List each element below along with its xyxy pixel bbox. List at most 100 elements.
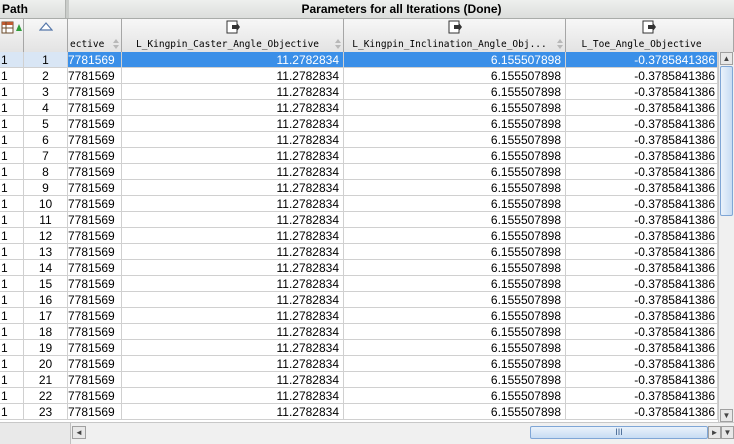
- results-grid[interactable]: 1 1 7781569 11.2782834 6.155507898 -0.3785841…: [0, 52, 718, 422]
- cell-objective[interactable]: 7781569: [68, 84, 122, 100]
- cell-path[interactable]: 1: [0, 100, 24, 116]
- horizontal-scroll-thumb[interactable]: III: [530, 426, 708, 439]
- cell-objective[interactable]: 7781569: [68, 388, 122, 404]
- cell-iteration[interactable]: 5: [24, 116, 68, 132]
- header-objective[interactable]: ective: [68, 19, 122, 52]
- cell-objective[interactable]: 7781569: [68, 212, 122, 228]
- cell-path[interactable]: 1: [0, 164, 24, 180]
- cell-path[interactable]: 1: [0, 132, 24, 148]
- cell-toe[interactable]: -0.3785841386: [566, 404, 718, 420]
- cell-path[interactable]: 1: [0, 212, 24, 228]
- cell-objective[interactable]: 7781569: [68, 292, 122, 308]
- table-row[interactable]: 1 10 7781569 11.2782834 6.155507898 -0.378584…: [0, 196, 718, 212]
- cell-objective[interactable]: 7781569: [68, 100, 122, 116]
- cell-path[interactable]: 1: [0, 372, 24, 388]
- table-row[interactable]: 1 19 7781569 11.2782834 6.155507898 -0.378584…: [0, 340, 718, 356]
- cell-path[interactable]: 1: [0, 388, 24, 404]
- cell-iteration[interactable]: 6: [24, 132, 68, 148]
- cell-inclination[interactable]: 6.155507898: [344, 148, 566, 164]
- cell-caster[interactable]: 11.2782834: [122, 308, 344, 324]
- cell-path[interactable]: 1: [0, 308, 24, 324]
- cell-path[interactable]: 1: [0, 244, 24, 260]
- cell-objective[interactable]: 7781569: [68, 228, 122, 244]
- cell-caster[interactable]: 11.2782834: [122, 84, 344, 100]
- cell-inclination[interactable]: 6.155507898: [344, 260, 566, 276]
- cell-iteration[interactable]: 12: [24, 228, 68, 244]
- table-row[interactable]: 1 8 7781569 11.2782834 6.155507898 -0.3785841…: [0, 164, 718, 180]
- cell-inclination[interactable]: 6.155507898: [344, 324, 566, 340]
- table-row[interactable]: 1 3 7781569 11.2782834 6.155507898 -0.3785841…: [0, 84, 718, 100]
- cell-iteration[interactable]: 20: [24, 356, 68, 372]
- sort-ascending-icon[interactable]: [39, 22, 53, 31]
- cell-toe[interactable]: -0.3785841386: [566, 308, 718, 324]
- cell-iteration[interactable]: 4: [24, 100, 68, 116]
- cell-toe[interactable]: -0.3785841386: [566, 196, 718, 212]
- cell-caster[interactable]: 11.2782834: [122, 148, 344, 164]
- cell-toe[interactable]: -0.3785841386: [566, 356, 718, 372]
- sort-handle-icon[interactable]: [557, 39, 563, 49]
- cell-objective[interactable]: 7781569: [68, 276, 122, 292]
- scroll-right-button[interactable]: ►: [708, 426, 721, 439]
- table-row[interactable]: 1 23 7781569 11.2782834 6.155507898 -0.378584…: [0, 404, 718, 420]
- cell-objective[interactable]: 7781569: [68, 52, 122, 68]
- cell-caster[interactable]: 11.2782834: [122, 292, 344, 308]
- export-icon[interactable]: [226, 20, 240, 34]
- table-row[interactable]: 1 7 7781569 11.2782834 6.155507898 -0.3785841…: [0, 148, 718, 164]
- cell-toe[interactable]: -0.3785841386: [566, 388, 718, 404]
- cell-objective[interactable]: 7781569: [68, 164, 122, 180]
- cell-path[interactable]: 1: [0, 356, 24, 372]
- sort-asc-icon[interactable]: [16, 24, 22, 32]
- cell-path[interactable]: 1: [0, 228, 24, 244]
- cell-toe[interactable]: -0.3785841386: [566, 244, 718, 260]
- cell-caster[interactable]: 11.2782834: [122, 324, 344, 340]
- scroll-end-button[interactable]: ▼: [721, 426, 734, 439]
- cell-iteration[interactable]: 13: [24, 244, 68, 260]
- export-icon[interactable]: [642, 20, 656, 34]
- cell-toe[interactable]: -0.3785841386: [566, 292, 718, 308]
- cell-inclination[interactable]: 6.155507898: [344, 132, 566, 148]
- cell-iteration[interactable]: 22: [24, 388, 68, 404]
- cell-path[interactable]: 1: [0, 260, 24, 276]
- cell-objective[interactable]: 7781569: [68, 308, 122, 324]
- vertical-scroll-thumb[interactable]: [720, 66, 733, 216]
- header-inclination[interactable]: L_Kingpin_Inclination_Angle_Obj...: [344, 19, 566, 52]
- cell-iteration[interactable]: 9: [24, 180, 68, 196]
- cell-caster[interactable]: 11.2782834: [122, 260, 344, 276]
- cell-iteration[interactable]: 3: [24, 84, 68, 100]
- cell-toe[interactable]: -0.3785841386: [566, 132, 718, 148]
- cell-inclination[interactable]: 6.155507898: [344, 52, 566, 68]
- cell-path[interactable]: 1: [0, 404, 24, 420]
- cell-objective[interactable]: 7781569: [68, 68, 122, 84]
- table-row[interactable]: 1 11 7781569 11.2782834 6.155507898 -0.378584…: [0, 212, 718, 228]
- cell-objective[interactable]: 7781569: [68, 116, 122, 132]
- cell-path[interactable]: 1: [0, 276, 24, 292]
- table-row[interactable]: 1 6 7781569 11.2782834 6.155507898 -0.3785841…: [0, 132, 718, 148]
- cell-caster[interactable]: 11.2782834: [122, 388, 344, 404]
- table-row[interactable]: 1 9 7781569 11.2782834 6.155507898 -0.3785841…: [0, 180, 718, 196]
- cell-inclination[interactable]: 6.155507898: [344, 68, 566, 84]
- cell-iteration[interactable]: 7: [24, 148, 68, 164]
- cell-inclination[interactable]: 6.155507898: [344, 388, 566, 404]
- table-row[interactable]: 1 18 7781569 11.2782834 6.155507898 -0.378584…: [0, 324, 718, 340]
- table-row[interactable]: 1 4 7781569 11.2782834 6.155507898 -0.3785841…: [0, 100, 718, 116]
- cell-caster[interactable]: 11.2782834: [122, 340, 344, 356]
- cell-objective[interactable]: 7781569: [68, 132, 122, 148]
- cell-caster[interactable]: 11.2782834: [122, 276, 344, 292]
- cell-caster[interactable]: 11.2782834: [122, 116, 344, 132]
- cell-iteration[interactable]: 2: [24, 68, 68, 84]
- cell-iteration[interactable]: 17: [24, 308, 68, 324]
- cell-iteration[interactable]: 23: [24, 404, 68, 420]
- table-row[interactable]: 1 13 7781569 11.2782834 6.155507898 -0.378584…: [0, 244, 718, 260]
- cell-inclination[interactable]: 6.155507898: [344, 340, 566, 356]
- cell-iteration[interactable]: 1: [24, 52, 68, 68]
- cell-toe[interactable]: -0.3785841386: [566, 260, 718, 276]
- table-row[interactable]: 1 21 7781569 11.2782834 6.155507898 -0.378584…: [0, 372, 718, 388]
- cell-toe[interactable]: -0.3785841386: [566, 180, 718, 196]
- cell-toe[interactable]: -0.3785841386: [566, 276, 718, 292]
- cell-caster[interactable]: 11.2782834: [122, 356, 344, 372]
- header-toe[interactable]: L_Toe_Angle_Objective: [566, 19, 734, 52]
- cell-toe[interactable]: -0.3785841386: [566, 84, 718, 100]
- cell-path[interactable]: 1: [0, 148, 24, 164]
- cell-caster[interactable]: 11.2782834: [122, 244, 344, 260]
- cell-inclination[interactable]: 6.155507898: [344, 308, 566, 324]
